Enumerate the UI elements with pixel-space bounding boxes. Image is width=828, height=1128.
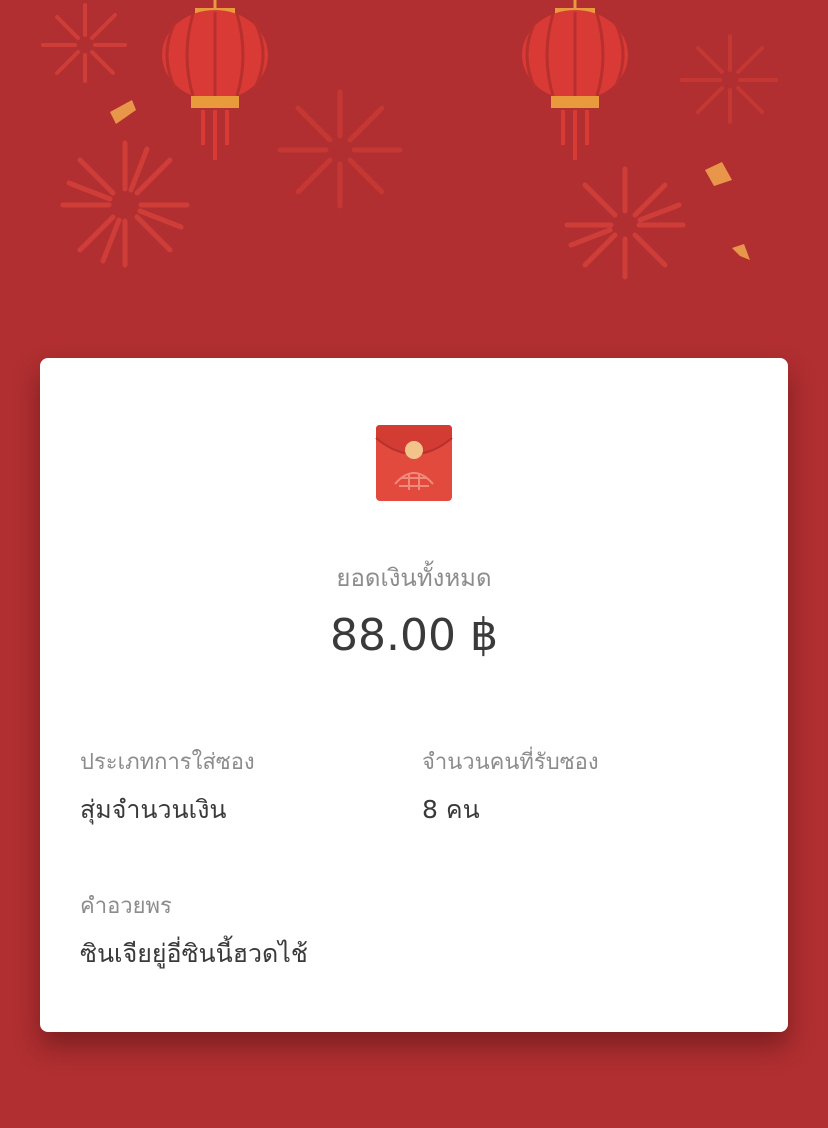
- firework-icon: [564, 166, 686, 280]
- festive-background: [41, 0, 778, 280]
- firework-icon: [680, 34, 778, 124]
- total-amount-label: ยอดเงินทั้งหมด: [336, 564, 492, 592]
- firework-icon: [277, 89, 403, 209]
- envelope-type-value: สุ่มจำนวนเงิน: [80, 795, 227, 824]
- total-amount-value: 88.00 ฿: [330, 610, 498, 661]
- red-envelope-summary-card: ยอดเงินทั้งหมด 88.00 ฿ ประเภทการใส่ซอง ส…: [40, 358, 788, 1032]
- message-label: คำอวยพร: [80, 894, 172, 919]
- lantern-icon: [162, 0, 268, 160]
- firework-icon: [60, 140, 190, 268]
- firework-icon: [41, 3, 127, 83]
- confetti-icon: [110, 100, 750, 260]
- red-envelope-icon: [375, 425, 453, 501]
- lantern-icon: [522, 0, 628, 160]
- message-value: ซินเจียยู่อี่ซินนี้ฮวดไช้: [80, 939, 308, 968]
- envelope-type-label: ประเภทการใส่ซอง: [80, 750, 255, 775]
- recipients-value: 8 คน: [422, 795, 480, 824]
- recipients-label: จำนวนคนที่รับซอง: [422, 750, 599, 775]
